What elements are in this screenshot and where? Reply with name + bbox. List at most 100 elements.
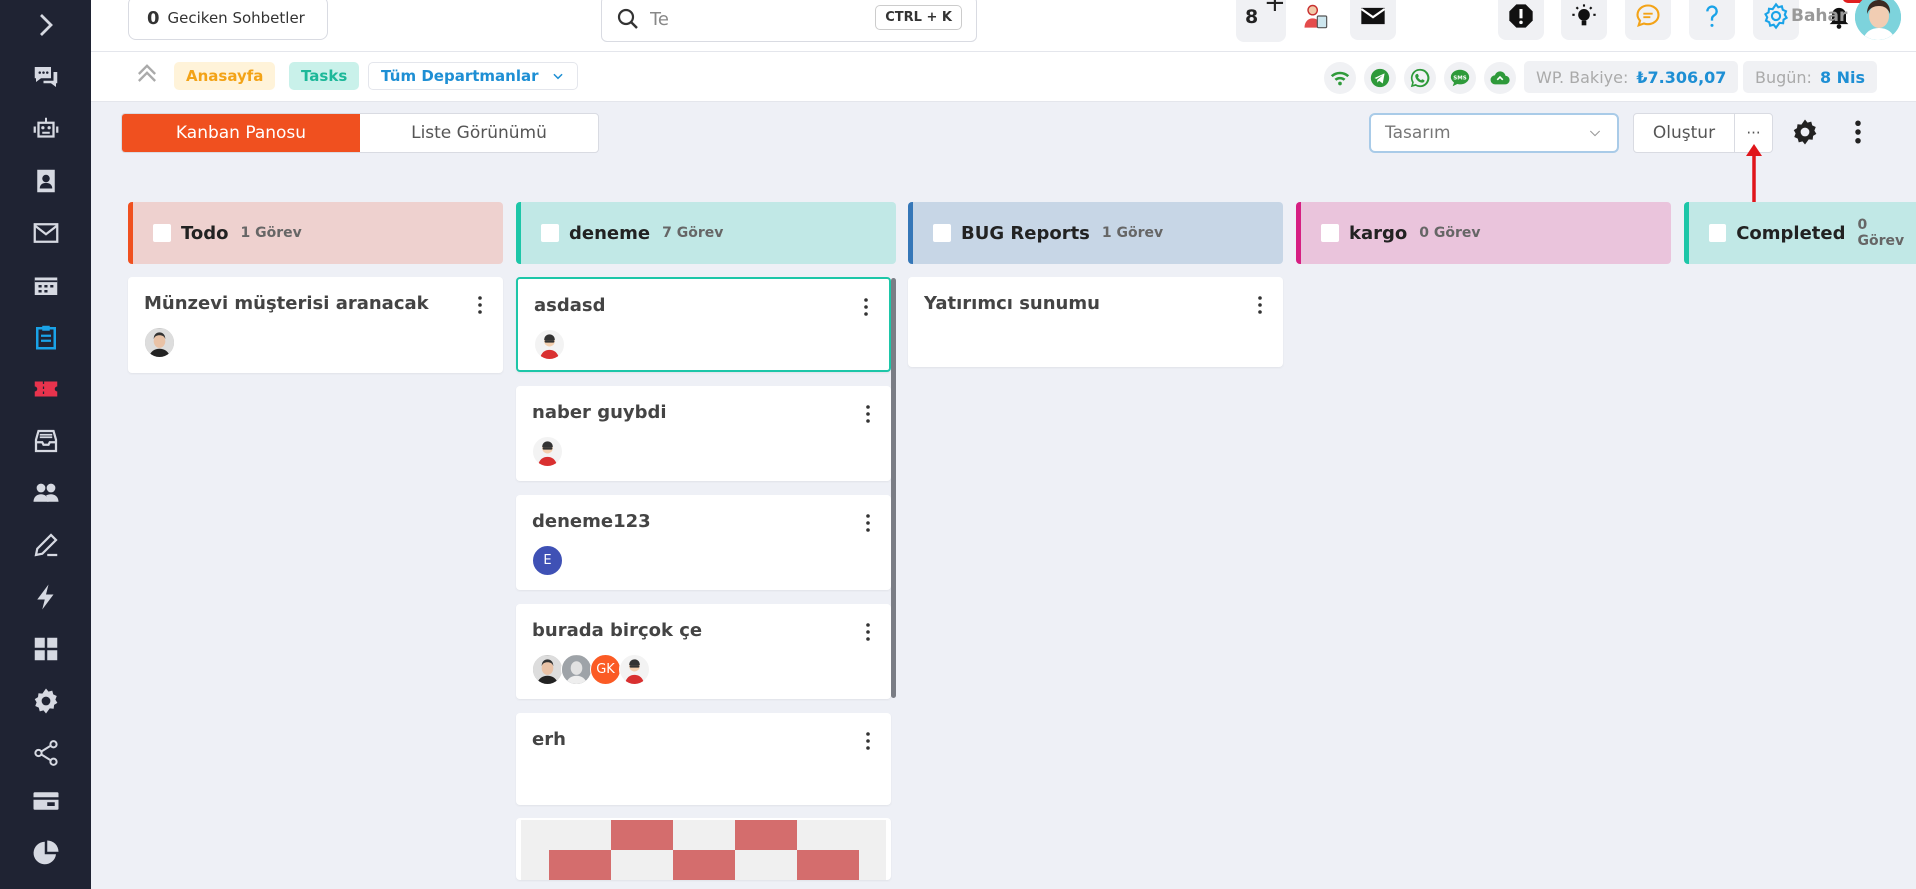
- late-chats-box[interactable]: 0 Geciken Sohbetler: [128, 0, 328, 40]
- sidebar-item-dashboard[interactable]: [0, 627, 91, 671]
- user-photo-icon: [1855, 0, 1901, 40]
- assignee-list: E: [532, 545, 563, 576]
- sidebar-item-bots[interactable]: [0, 107, 91, 151]
- cog-icon: [1764, 2, 1789, 30]
- search-box[interactable]: CTRL + K: [601, 0, 977, 42]
- create-button[interactable]: Oluştur: [1633, 113, 1735, 153]
- assignee-avatar[interactable]: [561, 654, 592, 685]
- task-card[interactable]: burada birçok çe GK: [516, 604, 891, 699]
- user-avatar[interactable]: [1855, 0, 1901, 40]
- column-scrollbar[interactable]: [891, 278, 896, 698]
- sidebar-item-integrations[interactable]: [0, 731, 91, 775]
- users-icon: [33, 483, 58, 502]
- sidebar-item-billing[interactable]: [0, 779, 91, 823]
- department-select-value: Tüm Departmanlar: [381, 67, 539, 85]
- design-select-value: Tasarım: [1385, 123, 1451, 143]
- assignee-avatar-letter[interactable]: GK: [590, 654, 621, 685]
- username[interactable]: Bahar: [1791, 6, 1847, 26]
- breadcrumb-home[interactable]: Anasayfa: [174, 62, 276, 90]
- task-card[interactable]: deneme123 E: [516, 495, 891, 590]
- design-select[interactable]: Tasarım: [1369, 113, 1619, 153]
- card-menu-icon[interactable]: [477, 295, 483, 315]
- column-checkbox[interactable]: [153, 224, 171, 242]
- assignee-avatar-letter[interactable]: E: [532, 545, 563, 576]
- agent-avatar-button[interactable]: [1292, 0, 1338, 40]
- checkerboard-image: [521, 820, 886, 880]
- mo-count: 8: [1245, 6, 1259, 28]
- sidebar-item-tickets[interactable]: [0, 367, 91, 411]
- sidebar-item-forms[interactable]: [0, 523, 91, 567]
- assignee-avatar[interactable]: [532, 654, 563, 685]
- channel-wifi[interactable]: [1324, 62, 1356, 94]
- alert-button[interactable]: [1498, 0, 1544, 40]
- column-header-completed[interactable]: Completed 0 Görev: [1684, 202, 1916, 264]
- card-menu-icon[interactable]: [1257, 295, 1263, 315]
- top-bar: 0 Geciken Sohbetler CTRL + K MO 8 + 419 …: [91, 0, 1916, 52]
- task-title: deneme123: [532, 511, 651, 532]
- column-checkbox[interactable]: [541, 224, 559, 242]
- column-checkbox[interactable]: [1709, 224, 1727, 242]
- vertical-dots-icon[interactable]: [1843, 117, 1873, 147]
- search-input[interactable]: [650, 8, 870, 30]
- card-menu-icon[interactable]: [865, 622, 871, 642]
- mo-counter[interactable]: MO 8 +: [1236, 0, 1286, 42]
- column-checkbox[interactable]: [1321, 224, 1339, 242]
- sidebar-item-contacts[interactable]: [0, 159, 91, 203]
- card-menu-icon[interactable]: [865, 404, 871, 424]
- column-checkbox[interactable]: [933, 224, 951, 242]
- clipboard-icon: [35, 325, 56, 350]
- sidebar-item-tasks[interactable]: [0, 315, 91, 359]
- sidebar-item-mail[interactable]: [0, 211, 91, 255]
- sidebar-item-inbox[interactable]: [0, 419, 91, 463]
- column-header-deneme[interactable]: deneme 7 Görev: [516, 202, 896, 264]
- kanban-view-button[interactable]: Kanban Panosu: [122, 114, 360, 152]
- sidebar-item-settings[interactable]: [0, 679, 91, 723]
- task-title: erh: [532, 729, 566, 750]
- column-title: kargo: [1349, 222, 1408, 244]
- sidebar-item-users[interactable]: [0, 471, 91, 515]
- channel-sms[interactable]: SMS: [1444, 62, 1476, 94]
- wp-balance-value: ₺7.306,07: [1636, 67, 1727, 87]
- today-box: Bugün: 8 Nis: [1743, 61, 1878, 93]
- sidebar-expand-button[interactable]: [0, 3, 91, 47]
- task-title: naber guybdi: [532, 402, 667, 423]
- board-settings-icon[interactable]: [1790, 117, 1820, 147]
- list-view-button[interactable]: Liste Görünümü: [360, 114, 598, 152]
- today-label: Bugün:: [1755, 67, 1812, 87]
- column-header-kargo[interactable]: kargo 0 Görev: [1296, 202, 1671, 264]
- mail-button[interactable]: [1350, 0, 1396, 40]
- task-card[interactable]: Yatırımcı sunumu: [908, 277, 1283, 367]
- card-menu-icon[interactable]: [865, 513, 871, 533]
- late-chats-label: Geciken Sohbetler: [167, 9, 305, 27]
- help-button[interactable]: [1689, 0, 1735, 40]
- task-card[interactable]: naber guybdi: [516, 386, 891, 481]
- ideas-button[interactable]: [1561, 0, 1607, 40]
- ticket-icon: [34, 381, 57, 397]
- card-menu-icon[interactable]: [863, 297, 869, 317]
- task-card[interactable]: asdasd: [516, 277, 891, 372]
- assignee-avatar[interactable]: [532, 436, 563, 467]
- assignee-avatar[interactable]: [144, 327, 175, 358]
- sidebar-item-automation[interactable]: [0, 575, 91, 619]
- column-header-bug-reports[interactable]: BUG Reports 1 Görev: [908, 202, 1283, 264]
- channel-cloud[interactable]: [1484, 62, 1516, 94]
- department-select[interactable]: Tüm Departmanlar: [368, 62, 578, 90]
- sidebar-item-reports[interactable]: [0, 831, 91, 875]
- channel-telegram[interactable]: [1364, 62, 1396, 94]
- column-title: deneme: [569, 222, 651, 244]
- task-card-image[interactable]: [516, 818, 891, 880]
- sidebar-item-calendar[interactable]: [0, 263, 91, 307]
- task-card[interactable]: erh: [516, 713, 891, 805]
- sidebar-item-chats[interactable]: [0, 55, 91, 99]
- feedback-button[interactable]: [1625, 0, 1671, 40]
- bolt-icon: [36, 584, 53, 610]
- task-card[interactable]: Münzevi müşterisi aranacak: [128, 277, 503, 373]
- assignee-avatar[interactable]: [619, 654, 650, 685]
- channel-whatsapp[interactable]: [1404, 62, 1436, 94]
- pie-chart-icon: [33, 840, 58, 865]
- chevrons-up-icon[interactable]: [133, 60, 161, 88]
- card-menu-icon[interactable]: [865, 731, 871, 751]
- assignee-avatar[interactable]: [534, 329, 565, 360]
- column-header-todo[interactable]: Todo 1 Görev: [128, 202, 503, 264]
- breadcrumb-tasks[interactable]: Tasks: [289, 62, 360, 90]
